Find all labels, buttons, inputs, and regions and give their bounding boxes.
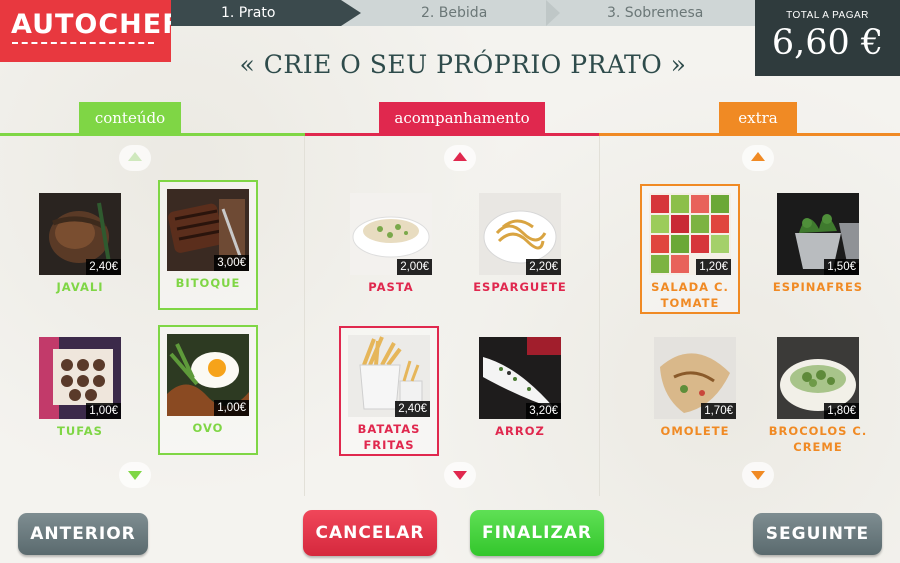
food-item-omolete[interactable]: 1,70€ OMOLETE bbox=[645, 328, 745, 458]
column-tab-extra: extra bbox=[719, 102, 797, 135]
price-tag: 3,00€ bbox=[214, 255, 249, 271]
arrow-down-icon bbox=[453, 471, 467, 480]
price-tag: 2,40€ bbox=[86, 259, 121, 275]
previous-button[interactable]: ANTERIOR bbox=[18, 513, 148, 555]
acompanhamento-scroll-down-button[interactable] bbox=[444, 462, 476, 488]
item-name: JAVALI bbox=[56, 280, 104, 294]
acompanhamento-scroll-up-button[interactable] bbox=[444, 145, 476, 171]
price-tag: 2,20€ bbox=[526, 259, 561, 275]
conteudo-scroll-up-button[interactable] bbox=[119, 145, 151, 171]
autochef-logo: AUTOCHEF bbox=[0, 0, 181, 62]
next-button[interactable]: SEGUINTE bbox=[753, 513, 882, 555]
omolete-image: 1,70€ bbox=[654, 337, 736, 419]
item-name: ESPINAFRES bbox=[772, 280, 864, 294]
food-item-javali[interactable]: 2,40€ JAVALI bbox=[30, 184, 130, 314]
arrow-up-icon bbox=[751, 152, 765, 161]
arrow-down-icon bbox=[751, 471, 765, 480]
total-label: TOTAL A PAGAR bbox=[786, 10, 869, 21]
step-bebida[interactable]: 2. Bebida bbox=[421, 0, 487, 26]
column-divider bbox=[304, 136, 305, 496]
column-tab-conteudo: conteúdo bbox=[79, 102, 181, 135]
price-tag: 3,20€ bbox=[526, 403, 561, 419]
food-item-espinafres[interactable]: 1,50€ ESPINAFRES bbox=[768, 184, 868, 314]
food-item-brocolos-c-creme[interactable]: 1,80€ BROCOLOS C. CREME bbox=[768, 328, 868, 458]
price-tag: 2,00€ bbox=[397, 259, 432, 275]
food-item-bitoque[interactable]: 3,00€ BITOQUE bbox=[158, 180, 258, 310]
logo-text: AUTOCHEF bbox=[11, 9, 182, 40]
item-name: OMOLETE bbox=[660, 424, 730, 438]
column-divider bbox=[599, 136, 600, 496]
food-item-batatas-fritas[interactable]: 2,40€ BATATAS FRITAS bbox=[339, 326, 439, 456]
salada-c-tomate-image: 1,20€ bbox=[649, 193, 731, 275]
active-step-arrow bbox=[341, 0, 361, 26]
total-panel: TOTAL A PAGAR 6,60 € bbox=[755, 0, 900, 76]
finish-button[interactable]: FINALIZAR bbox=[470, 510, 604, 556]
step-separator bbox=[546, 0, 560, 26]
espinafres-image: 1,50€ bbox=[777, 193, 859, 275]
item-name: SALADA C. TOMATE bbox=[651, 280, 729, 310]
extra-scroll-up-button[interactable] bbox=[742, 145, 774, 171]
item-name: BROCOLOS C. CREME bbox=[768, 424, 868, 454]
price-tag: 1,20€ bbox=[696, 259, 731, 275]
price-tag: 1,50€ bbox=[824, 259, 859, 275]
food-item-arroz[interactable]: 3,20€ ARROZ bbox=[470, 328, 570, 458]
step-prato[interactable]: 1. Prato bbox=[221, 0, 275, 26]
food-item-ovo[interactable]: 1,00€ OVO bbox=[158, 325, 258, 455]
esparguete-image: 2,20€ bbox=[479, 193, 561, 275]
food-item-esparguete[interactable]: 2,20€ ESPARGUETE bbox=[470, 184, 570, 314]
cancel-button[interactable]: CANCELAR bbox=[303, 510, 437, 556]
item-name: ARROZ bbox=[495, 424, 545, 438]
pasta-image: 2,00€ bbox=[350, 193, 432, 275]
price-tag: 1,00€ bbox=[214, 400, 249, 416]
bitoque-image: 3,00€ bbox=[167, 189, 249, 271]
brocolos-c-creme-image: 1,80€ bbox=[777, 337, 859, 419]
price-tag: 1,70€ bbox=[701, 403, 736, 419]
food-item-tufas[interactable]: 1,00€ TUFAS bbox=[30, 328, 130, 458]
total-value: 6,60 € bbox=[771, 23, 884, 63]
arrow-up-icon bbox=[128, 152, 142, 161]
item-name: OVO bbox=[192, 421, 224, 435]
item-name: BITOQUE bbox=[175, 276, 241, 290]
batatas-fritas-image: 2,40€ bbox=[348, 335, 430, 417]
conteudo-scroll-down-button[interactable] bbox=[119, 462, 151, 488]
arrow-up-icon bbox=[453, 152, 467, 161]
ovo-image: 1,00€ bbox=[167, 334, 249, 416]
item-name: TUFAS bbox=[57, 424, 103, 438]
column-tab-acompanhamento: acompanhamento bbox=[379, 102, 545, 135]
food-item-salada-c-tomate[interactable]: 1,20€ SALADA C. TOMATE bbox=[640, 184, 740, 314]
item-name: BATATAS FRITAS bbox=[357, 422, 421, 452]
step-progress-bar: 1. Prato 2. Bebida 3. Sobremesa bbox=[171, 0, 755, 26]
step-sobremesa[interactable]: 3. Sobremesa bbox=[607, 0, 703, 26]
tufas-image: 1,00€ bbox=[39, 337, 121, 419]
food-item-pasta[interactable]: 2,00€ PASTA bbox=[341, 184, 441, 314]
extra-scroll-down-button[interactable] bbox=[742, 462, 774, 488]
logo-underline bbox=[12, 42, 154, 44]
arrow-down-icon bbox=[128, 471, 142, 480]
javali-image: 2,40€ bbox=[39, 193, 121, 275]
page-title: « CRIE O SEU PRÓPRIO PRATO » bbox=[239, 50, 687, 79]
price-tag: 1,80€ bbox=[824, 403, 859, 419]
item-name: PASTA bbox=[368, 280, 414, 294]
item-name: ESPARGUETE bbox=[473, 280, 567, 294]
price-tag: 1,00€ bbox=[86, 403, 121, 419]
arroz-image: 3,20€ bbox=[479, 337, 561, 419]
price-tag: 2,40€ bbox=[395, 401, 430, 417]
